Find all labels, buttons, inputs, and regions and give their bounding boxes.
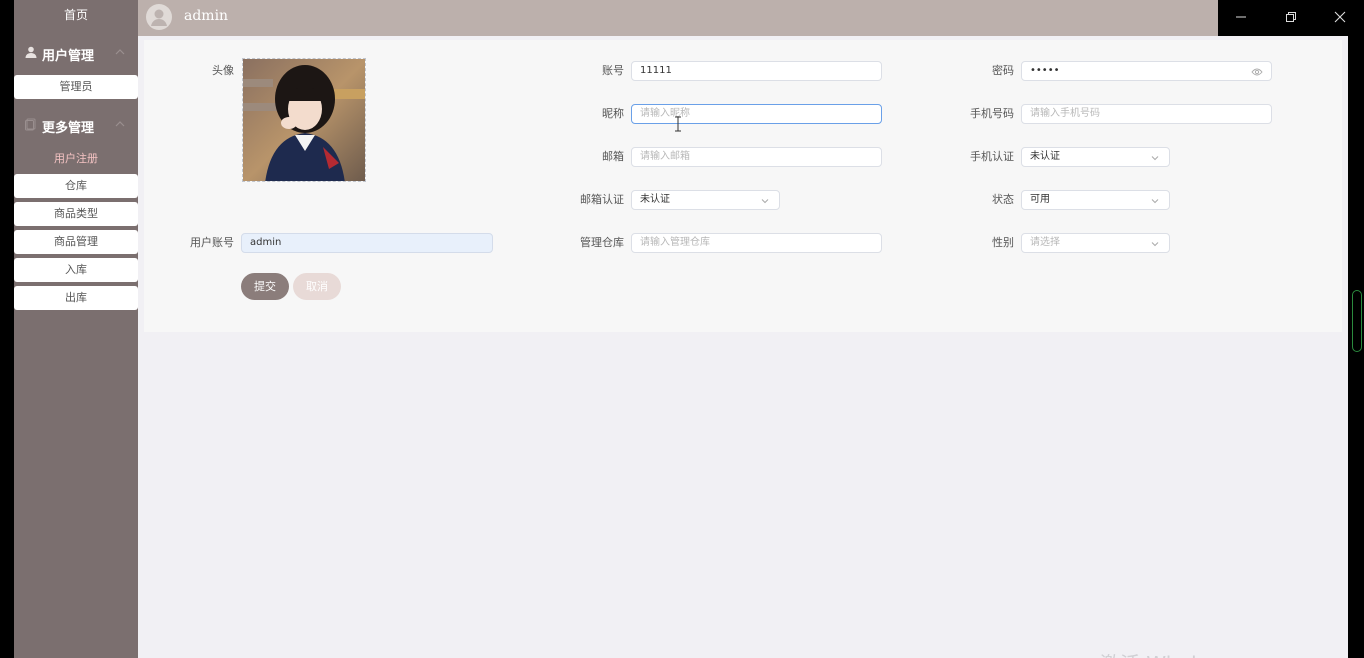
sidebar-item-stock-out[interactable]: 出库	[14, 286, 138, 310]
submit-button[interactable]: 提交	[241, 273, 289, 300]
email-placeholder: 请输入邮箱	[640, 151, 690, 162]
account-value: 11111	[640, 65, 672, 76]
phone-verify-label: 手机认证	[970, 150, 1014, 163]
chevron-down-icon	[1151, 156, 1159, 161]
sidebar-item-admin[interactable]: 管理员	[14, 75, 138, 99]
nickname-input[interactable]: 请输入昵称	[631, 104, 882, 124]
sidebar-item-home[interactable]: 首页	[14, 0, 138, 30]
close-icon[interactable]	[1331, 8, 1349, 26]
nickname-label: 昵称	[602, 107, 624, 120]
email-verify-value: 未认证	[640, 194, 670, 205]
topbar-username: admin	[184, 8, 229, 24]
user-account-input[interactable]: admin	[241, 233, 493, 253]
avatar-upload[interactable]	[242, 58, 366, 182]
cancel-button[interactable]: 取消	[293, 273, 341, 300]
status-label: 状态	[992, 193, 1014, 206]
chevron-down-icon	[1151, 242, 1159, 247]
user-account-label: 用户账号	[190, 236, 234, 249]
warehouse-label: 管理仓库	[580, 236, 624, 249]
status-select[interactable]: 可用	[1021, 190, 1170, 210]
chevron-up-icon	[115, 121, 125, 127]
document-icon	[25, 118, 36, 131]
account-label: 账号	[602, 64, 624, 77]
main-content: 头像 用户账号 admin 账号 11111 昵称 请输入昵称 邮箱 请输入邮箱…	[138, 36, 1348, 658]
nickname-placeholder: 请输入昵称	[640, 108, 690, 119]
user-icon	[25, 46, 37, 58]
left-edge	[0, 0, 14, 658]
warehouse-placeholder: 请输入管理仓库	[640, 237, 710, 248]
email-verify-label: 邮箱认证	[580, 193, 624, 206]
sidebar-item-product-management[interactable]: 商品管理	[14, 230, 138, 254]
minimize-icon[interactable]	[1232, 8, 1250, 26]
email-input[interactable]: 请输入邮箱	[631, 147, 882, 167]
user-form-panel: 头像 用户账号 admin 账号 11111 昵称 请输入昵称 邮箱 请输入邮箱…	[144, 40, 1342, 332]
sidebar-group-user-management[interactable]: 用户管理	[14, 36, 138, 70]
password-input[interactable]: •••••	[1021, 61, 1272, 81]
sidebar-group-label: 用户管理	[42, 49, 95, 64]
phone-input[interactable]: 请输入手机号码	[1021, 104, 1272, 124]
status-value: 可用	[1030, 194, 1050, 205]
warehouse-input[interactable]: 请输入管理仓库	[631, 233, 882, 253]
phone-label: 手机号码	[970, 107, 1014, 120]
sidebar: 首页 用户管理 管理员 更多管理 用户注册 仓库 商品类型 商品管理 入库 出库	[14, 0, 138, 658]
text-cursor-icon	[675, 116, 681, 132]
gender-label: 性别	[992, 236, 1014, 249]
sidebar-item-stock-in[interactable]: 入库	[14, 258, 138, 282]
chevron-down-icon	[1151, 199, 1159, 204]
password-value: •••••	[1030, 65, 1060, 76]
chevron-up-icon	[115, 49, 125, 55]
gender-placeholder: 请选择	[1030, 237, 1060, 248]
eye-icon[interactable]	[1251, 67, 1263, 77]
sidebar-item-user-register[interactable]: 用户注册	[14, 147, 138, 171]
email-label: 邮箱	[602, 150, 624, 163]
avatar-photo	[243, 59, 365, 181]
avatar[interactable]	[146, 4, 172, 30]
chevron-down-icon	[761, 199, 769, 204]
account-input[interactable]: 11111	[631, 61, 882, 81]
sidebar-item-product-type[interactable]: 商品类型	[14, 202, 138, 226]
phone-placeholder: 请输入手机号码	[1030, 108, 1100, 119]
scroll-indicator[interactable]	[1352, 290, 1362, 352]
sidebar-group-label: 更多管理	[42, 121, 95, 136]
avatar-label: 头像	[212, 64, 234, 77]
sidebar-item-warehouse[interactable]: 仓库	[14, 174, 138, 198]
user-account-value: admin	[250, 237, 282, 248]
sidebar-group-more-management[interactable]: 更多管理	[14, 108, 138, 142]
password-label: 密码	[992, 64, 1014, 77]
top-bar: admin	[138, 0, 1218, 36]
email-verify-select[interactable]: 未认证	[631, 190, 780, 210]
phone-verify-value: 未认证	[1030, 151, 1060, 162]
window-controls	[1218, 0, 1364, 34]
user-avatar-icon	[151, 9, 167, 26]
gender-select[interactable]: 请选择	[1021, 233, 1170, 253]
phone-verify-select[interactable]: 未认证	[1021, 147, 1170, 167]
restore-icon[interactable]	[1282, 8, 1300, 26]
activation-watermark: 激活 Windows	[1100, 648, 1236, 658]
